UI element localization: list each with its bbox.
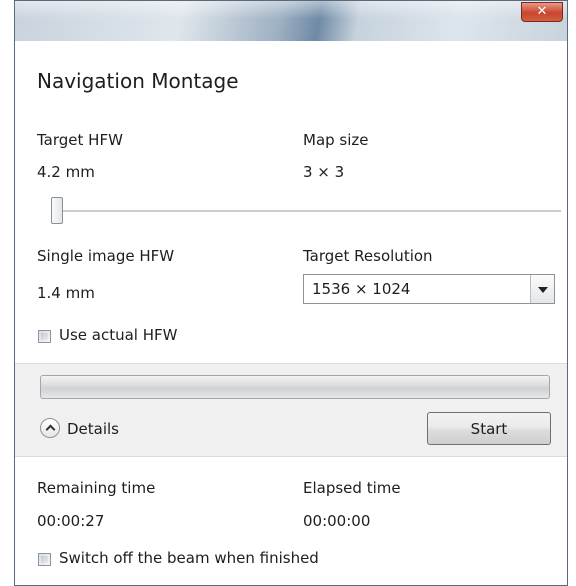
progress-panel: Details Start (15, 363, 567, 457)
target-resolution-label: Target Resolution (303, 247, 433, 265)
elapsed-time-value: 00:00:00 (303, 512, 371, 530)
chevron-down-icon[interactable] (530, 275, 554, 303)
dialog-content: Navigation Montage Target HFW 4.2 mm Map… (15, 41, 567, 585)
map-size-label: Map size (303, 131, 369, 149)
progress-bar (40, 375, 550, 399)
single-image-hfw-label: Single image HFW (37, 247, 175, 265)
switch-off-beam-label[interactable]: Switch off the beam when finished (59, 549, 319, 567)
target-hfw-value: 4.2 mm (37, 163, 95, 181)
close-button[interactable]: ✕ (521, 2, 563, 22)
use-actual-hfw-label[interactable]: Use actual HFW (59, 326, 177, 344)
title-bar[interactable]: ✕ (15, 1, 567, 41)
details-expand-icon[interactable] (40, 418, 60, 438)
single-image-hfw-value: 1.4 mm (37, 284, 95, 302)
switch-off-beam-checkbox[interactable] (38, 553, 51, 566)
target-hfw-label: Target HFW (37, 131, 123, 149)
details-label[interactable]: Details (67, 420, 119, 438)
navigation-montage-window: ✕ Navigation Montage Target HFW 4.2 mm M… (14, 0, 568, 586)
page-title: Navigation Montage (37, 69, 239, 93)
map-size-value: 3 × 3 (303, 163, 345, 181)
remaining-time-value: 00:00:27 (37, 512, 105, 530)
hfw-slider-thumb[interactable] (51, 197, 63, 224)
use-actual-hfw-checkbox[interactable] (38, 330, 51, 343)
start-button[interactable]: Start (427, 412, 551, 445)
hfw-slider-track[interactable] (53, 210, 561, 212)
remaining-time-label: Remaining time (37, 479, 156, 497)
close-icon: ✕ (536, 4, 548, 19)
target-resolution-selected: 1536 × 1024 (312, 280, 411, 298)
elapsed-time-label: Elapsed time (303, 479, 401, 497)
target-resolution-dropdown[interactable]: 1536 × 1024 (303, 274, 555, 304)
